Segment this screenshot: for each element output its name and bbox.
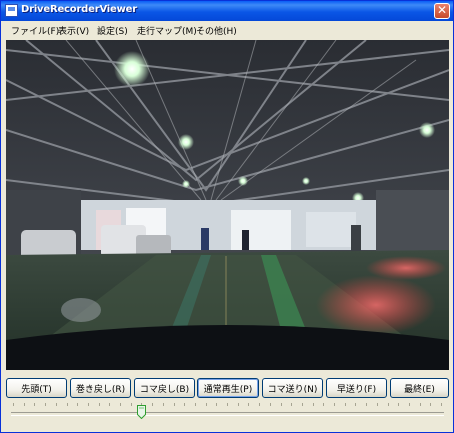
- window-title: DriveRecorderViewer: [21, 4, 137, 15]
- dashcam-image: [6, 40, 449, 370]
- last-frame-button[interactable]: 最終(E): [390, 378, 449, 398]
- slider-tick: [87, 403, 89, 406]
- slider-tick: [216, 403, 218, 406]
- slider-tick: [291, 403, 293, 406]
- menu-bar: ファイル(F) 表示(V) 設定(S) 走行マップ(M) その他(H): [1, 21, 453, 39]
- slider-tick: [130, 403, 132, 406]
- slider-tick: [98, 403, 100, 406]
- slider-tick: [387, 403, 389, 406]
- menu-view[interactable]: 表示(V): [58, 24, 89, 37]
- app-icon: [5, 4, 18, 17]
- slider-tick: [109, 403, 111, 406]
- slider-tick: [248, 403, 250, 406]
- video-frame: [6, 40, 449, 370]
- slider-tick: [162, 403, 164, 406]
- slider-tick: [194, 403, 196, 406]
- seek-thumb[interactable]: [137, 405, 146, 419]
- slider-tick: [334, 403, 335, 406]
- slider-tick: [227, 403, 228, 406]
- slider-tick: [173, 403, 175, 406]
- slider-tick: [312, 403, 314, 406]
- slider-tick: [45, 403, 47, 406]
- app-window: DriveRecorderViewer ✕ ファイル(F) 表示(V) 設定(S…: [0, 0, 454, 433]
- slider-tick: [323, 403, 325, 406]
- slider-tick: [408, 403, 410, 406]
- menu-other[interactable]: その他(H): [196, 24, 237, 37]
- slider-tick: [55, 403, 57, 406]
- slider-tick: [376, 403, 378, 406]
- first-frame-button[interactable]: 先頭(T): [6, 378, 67, 398]
- slider-tick: [366, 403, 368, 406]
- slider-tick: [269, 403, 271, 406]
- slider-tick: [301, 403, 303, 406]
- play-button[interactable]: 通常再生(P): [197, 378, 259, 398]
- slider-tick: [34, 403, 36, 406]
- frame-back-button[interactable]: コマ戻し(B): [134, 378, 195, 398]
- slider-tick: [398, 403, 400, 406]
- slider-tick: [66, 403, 68, 406]
- slider-tick: [355, 403, 357, 406]
- frame-forward-button[interactable]: コマ送り(N): [262, 378, 323, 398]
- slider-tick: [344, 403, 346, 406]
- slider-tick: [152, 403, 154, 406]
- title-bar[interactable]: DriveRecorderViewer ✕: [1, 1, 453, 21]
- menu-file[interactable]: ファイル(F): [11, 24, 59, 37]
- slider-tick: [441, 403, 442, 406]
- slider-tick: [237, 403, 239, 406]
- slider-tick: [77, 403, 79, 406]
- menu-settings[interactable]: 設定(S): [97, 24, 128, 37]
- slider-tick: [13, 403, 14, 406]
- fast-forward-button[interactable]: 早送り(F): [326, 378, 387, 398]
- close-icon: ✕: [436, 3, 448, 17]
- slider-tick: [259, 403, 261, 406]
- menu-map[interactable]: 走行マップ(M): [137, 24, 197, 37]
- slider-tick: [120, 403, 121, 406]
- slider-tick: [419, 403, 421, 406]
- slider-tick: [280, 403, 282, 406]
- slider-tick: [205, 403, 207, 406]
- slider-tick: [184, 403, 186, 406]
- close-button[interactable]: ✕: [434, 3, 450, 19]
- slider-tick: [23, 403, 25, 406]
- slider-tick: [430, 403, 432, 406]
- rewind-button[interactable]: 巻き戻し(R): [70, 378, 131, 398]
- seek-track[interactable]: [11, 412, 444, 416]
